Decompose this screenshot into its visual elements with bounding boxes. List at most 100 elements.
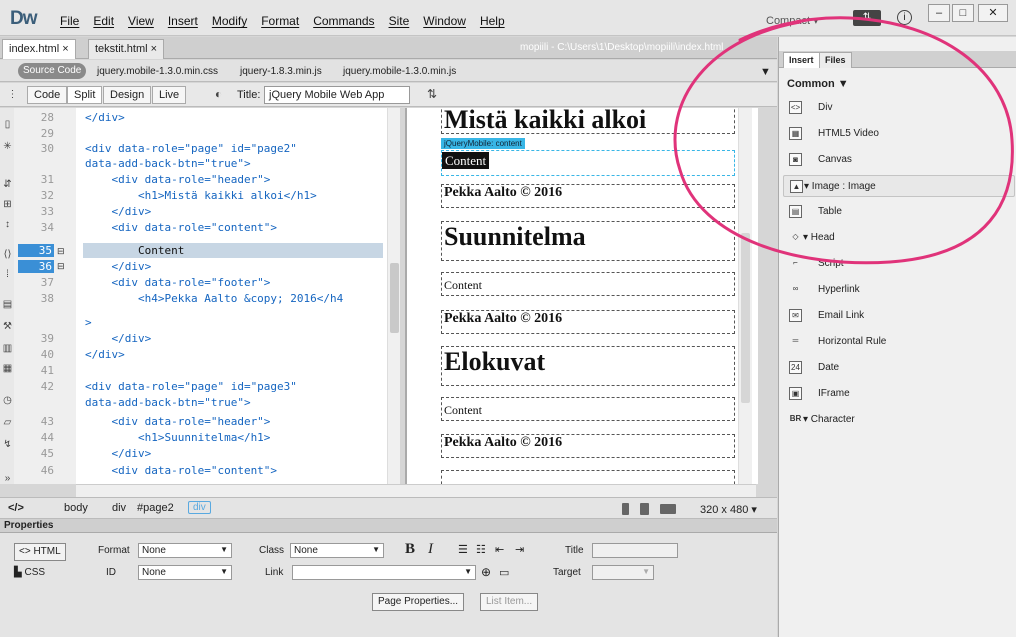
selected-content[interactable]: Content bbox=[442, 152, 490, 169]
tab-tekstit-html[interactable]: tekstit.html × bbox=[88, 39, 165, 59]
insert-div[interactable]: <> Div bbox=[783, 97, 1015, 119]
insert-table[interactable]: ▤ Table bbox=[783, 201, 1015, 223]
header-block[interactable]: Mistä kaikki alkoi bbox=[441, 108, 735, 134]
tab-index-html[interactable]: index.html × bbox=[2, 39, 76, 59]
code-line[interactable]: <div data-role="content"> bbox=[85, 464, 277, 477]
menu-site[interactable]: Site bbox=[389, 14, 410, 28]
code-line[interactable]: <div data-role="header"> bbox=[85, 415, 270, 428]
code-line[interactable]: </div> bbox=[85, 260, 151, 273]
source-code-button[interactable]: Source Code bbox=[18, 63, 87, 79]
unordered-list-icon[interactable]: ☰ bbox=[458, 543, 468, 556]
browser-preview-icon[interactable]: ◐ bbox=[212, 88, 225, 101]
menu-edit[interactable]: Edit bbox=[93, 14, 114, 28]
apply-comment-icon[interactable]: ▤ bbox=[1, 298, 14, 311]
indent-icon[interactable]: ⇥ bbox=[515, 543, 524, 556]
code-line[interactable]: <h4>Pekka Aalto &copy; 2016</h4 bbox=[85, 292, 343, 305]
file-management-icon[interactable]: ⇅ bbox=[424, 88, 440, 101]
insert-hyperlink[interactable]: ∞ Hyperlink bbox=[783, 279, 1015, 301]
format-select[interactable]: None ▼ bbox=[138, 543, 232, 558]
split-view-button[interactable]: Split bbox=[67, 86, 103, 104]
tablet-size-icon[interactable] bbox=[640, 503, 649, 515]
css-mode-button[interactable]: ▙ CSS bbox=[14, 567, 45, 578]
related-file-jquery-mobile[interactable]: jquery.mobile-1.3.0.min.js bbox=[343, 66, 456, 77]
menu-commands[interactable]: Commands bbox=[313, 14, 374, 28]
footer-block[interactable]: Pekka Aalto © 2016 bbox=[441, 434, 735, 458]
insert-date[interactable]: 24 Date bbox=[783, 357, 1015, 379]
insert-html5-video[interactable]: ▦ HTML5 Video bbox=[783, 123, 1015, 145]
highlight-invalid-icon[interactable]: ⁞ bbox=[1, 268, 14, 281]
code-line[interactable]: Content bbox=[85, 244, 184, 257]
line-numbers-icon[interactable]: ⟨⟩ bbox=[1, 248, 14, 261]
title-input[interactable]: jQuery Mobile Web App bbox=[264, 86, 410, 104]
design-scrollbar-thumb[interactable] bbox=[741, 233, 750, 403]
menu-modify[interactable]: Modify bbox=[212, 14, 247, 28]
code-line[interactable]: > bbox=[85, 316, 92, 329]
code-line[interactable]: <h1>Suunnitelma</h1> bbox=[85, 431, 270, 444]
info-icon[interactable]: i bbox=[897, 10, 912, 25]
window-size-selector[interactable]: 320 x 480 ▾ bbox=[700, 503, 757, 516]
class-select[interactable]: None ▼ bbox=[290, 543, 384, 558]
code-view-button[interactable]: Code bbox=[27, 86, 68, 104]
code-line[interactable]: </div> bbox=[85, 205, 151, 218]
code-line[interactable]: </div> bbox=[85, 111, 125, 124]
content-block[interactable]: Content bbox=[441, 397, 735, 421]
tag-code-icon[interactable]: </> bbox=[8, 502, 24, 514]
collapse-icon[interactable]: ✳ bbox=[1, 140, 14, 153]
browse-folder-icon[interactable]: ▭ bbox=[499, 566, 509, 579]
target-select[interactable]: ▼ bbox=[592, 565, 654, 580]
related-file-css[interactable]: jquery.mobile-1.3.0.min.css bbox=[97, 66, 218, 77]
italic-button[interactable]: I bbox=[428, 541, 433, 558]
code-line[interactable]: data-add-back-btn="true"> bbox=[85, 157, 251, 170]
menu-view[interactable]: View bbox=[128, 14, 154, 28]
code-line[interactable]: </div> bbox=[85, 348, 125, 361]
indent-icon[interactable]: ▱ bbox=[1, 416, 14, 429]
design-scrollbar[interactable] bbox=[738, 108, 752, 484]
menu-help[interactable]: Help bbox=[480, 14, 505, 28]
outdent-icon[interactable]: ⇤ bbox=[495, 543, 504, 556]
fold-marker-icon[interactable]: ⊟ bbox=[57, 261, 65, 272]
close-button[interactable]: ✕ bbox=[978, 4, 1008, 22]
code-line[interactable]: <div data-role="content"> bbox=[85, 221, 277, 234]
design-view-button[interactable]: Design bbox=[103, 86, 152, 104]
tag-page2[interactable]: #page2 bbox=[137, 502, 174, 514]
outdent-icon[interactable]: ↯ bbox=[1, 438, 14, 451]
code-line[interactable]: </div> bbox=[85, 332, 151, 345]
insert-head[interactable]: ◇ ▾ Head bbox=[783, 227, 1015, 249]
insert-horizontal-rule[interactable]: ═ Horizontal Rule bbox=[783, 331, 1015, 353]
more-tools-icon[interactable]: » bbox=[1, 472, 14, 485]
code-scrollbar-thumb[interactable] bbox=[390, 263, 399, 333]
desktop-size-icon[interactable] bbox=[660, 504, 676, 514]
remove-comment-icon[interactable]: ⚒ bbox=[1, 320, 14, 333]
code-line[interactable]: <div data-role="page" id="page2" bbox=[85, 142, 297, 155]
workspace-switcher[interactable]: Compact ▾ bbox=[766, 14, 819, 27]
tag-div[interactable]: div bbox=[112, 502, 126, 514]
filter-icon[interactable]: ▼ bbox=[760, 66, 771, 78]
category-dropdown[interactable]: Common ▼ bbox=[787, 78, 849, 90]
point-to-file-icon[interactable]: ⊕ bbox=[481, 565, 491, 579]
wrap-tag-icon[interactable]: ▥ bbox=[1, 342, 14, 355]
code-line[interactable]: </div> bbox=[85, 447, 151, 460]
content-block[interactable]: Content bbox=[441, 272, 735, 296]
code-view[interactable]: </div> <div data-role="page" id="page2" … bbox=[76, 108, 400, 484]
footer-block[interactable]: Pekka Aalto © 2016 bbox=[441, 310, 735, 334]
insert-script[interactable]: ⌐ Script bbox=[783, 253, 1015, 275]
tag-div-selected[interactable]: div bbox=[188, 501, 211, 514]
insert-character[interactable]: BR ▾ Character bbox=[783, 409, 1015, 431]
design-view[interactable]: Mistä kaikki alkoi jQueryMobile: content… bbox=[405, 108, 758, 484]
code-line[interactable]: <div data-role="header"> bbox=[85, 173, 270, 186]
footer-block[interactable]: Pekka Aalto © 2016 bbox=[441, 184, 735, 208]
mobile-size-icon[interactable] bbox=[622, 503, 629, 515]
link-input[interactable]: ▼ bbox=[292, 565, 476, 580]
ordered-list-icon[interactable]: ☷ bbox=[476, 543, 486, 556]
recent-snippets-icon[interactable]: ▦ bbox=[1, 362, 14, 375]
related-file-jquery[interactable]: jquery-1.8.3.min.js bbox=[240, 66, 322, 77]
code-scrollbar[interactable] bbox=[387, 108, 400, 484]
menu-window[interactable]: Window bbox=[423, 14, 466, 28]
live-view-button[interactable]: Live bbox=[152, 86, 187, 104]
balance-braces-icon[interactable]: ↕ bbox=[1, 218, 14, 231]
code-line[interactable]: <div data-role="page" id="page3" bbox=[85, 380, 297, 393]
insert-canvas[interactable]: ◙ Canvas bbox=[783, 149, 1015, 171]
menu-format[interactable]: Format bbox=[261, 14, 299, 28]
maximize-button[interactable]: □ bbox=[952, 4, 974, 22]
open-documents-icon[interactable]: ▯ bbox=[1, 118, 14, 131]
